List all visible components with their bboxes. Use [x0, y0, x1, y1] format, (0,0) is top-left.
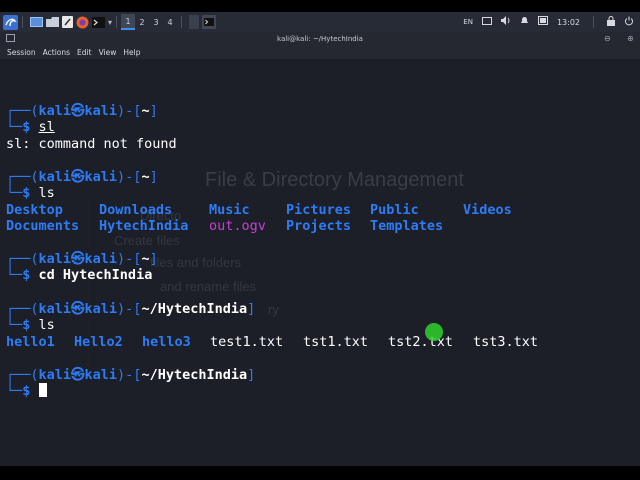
- prompt-line: ┌──(kali㉿kali)-[~/HytechIndia]: [6, 367, 256, 383]
- ls-entry: Downloads: [99, 202, 173, 218]
- prompt-line: ┌──(kali㉿kali)-[~/HytechIndia]: [6, 301, 256, 317]
- workspace-1[interactable]: 1: [121, 14, 136, 30]
- desktop-icon[interactable]: [30, 14, 43, 30]
- terminal-task-icon[interactable]: [202, 14, 217, 30]
- background-slide-text: ry: [268, 302, 279, 317]
- window-titlebar[interactable]: kali@kali: ~/HytechIndia ⊖ ⊕: [0, 32, 640, 46]
- panel-separator: [593, 16, 594, 28]
- ls-entry: Music: [209, 202, 250, 218]
- ls-entry: Projects: [286, 218, 352, 234]
- ls-entry-media: out.ogv: [209, 218, 266, 234]
- command-line: └─$ ls: [6, 185, 55, 201]
- background-slide-text: Create files: [114, 233, 180, 248]
- chevron-down-icon[interactable]: ▾: [108, 14, 112, 30]
- clock[interactable]: 13:02: [557, 18, 580, 27]
- prompt-line: ┌──(kali㉿kali)-[~]: [6, 169, 158, 185]
- ls-entry: Pictures: [286, 202, 352, 218]
- ls-entry-file: tst3.txt: [473, 334, 539, 350]
- minimize-icon[interactable]: ⊖: [604, 34, 611, 43]
- window-task-blank[interactable]: [189, 14, 200, 30]
- battery-icon[interactable]: [537, 16, 548, 28]
- bottom-letterbox: [0, 466, 640, 480]
- command-text: ls: [38, 317, 55, 333]
- menu-edit[interactable]: Edit: [77, 48, 92, 57]
- menu-actions[interactable]: Actions: [43, 48, 70, 57]
- files-icon[interactable]: [46, 14, 59, 30]
- system-tray: EN 13:02: [463, 15, 634, 29]
- maximize-icon[interactable]: ⊕: [627, 34, 634, 43]
- workspace-3[interactable]: 3: [149, 14, 163, 30]
- ls-entry-file: tst1.txt: [303, 334, 369, 350]
- ls-entry-file: test1.txt: [210, 334, 284, 350]
- ls-entry: Public: [370, 202, 419, 218]
- firefox-icon[interactable]: [76, 14, 89, 30]
- command-text: sl: [38, 119, 55, 135]
- menu-session[interactable]: Session: [7, 48, 36, 57]
- panel-separator: [181, 16, 183, 28]
- power-icon[interactable]: [624, 16, 634, 29]
- ls-entry: Documents: [6, 218, 80, 234]
- background-slide-text: and rename files: [160, 279, 257, 294]
- window-title: kali@kali: ~/HytechIndia: [277, 35, 363, 43]
- top-letterbox: [0, 0, 640, 12]
- command-line: └─$ sl: [6, 119, 55, 135]
- background-slide-text: files and folders: [150, 255, 242, 270]
- command-line: └─$ ls: [6, 317, 55, 333]
- top-panel: ▾ 1 2 3 4 EN 13:02: [0, 12, 640, 32]
- text-editor-icon[interactable]: [62, 14, 73, 30]
- terminal-area[interactable]: File & Directory Management Directo Crea…: [0, 59, 640, 466]
- panel-separator: [116, 16, 118, 28]
- command-line: └─$: [6, 383, 47, 399]
- ls-entry: HytechIndia: [99, 218, 189, 234]
- ls-entry: Templates: [370, 218, 444, 234]
- menu-view[interactable]: View: [99, 48, 117, 57]
- language-indicator[interactable]: EN: [463, 18, 473, 26]
- ls-entry: Hello2: [74, 334, 123, 350]
- error-output: sl: command not found: [6, 136, 177, 152]
- command-text: ls: [38, 185, 55, 201]
- menu-bar: Session Actions Edit View Help: [0, 46, 640, 59]
- ls-entry-file: tst2.txt: [388, 334, 454, 350]
- notification-bell-icon[interactable]: [520, 16, 529, 28]
- lock-icon[interactable]: [607, 15, 615, 29]
- menu-help[interactable]: Help: [123, 48, 140, 57]
- ls-entry: hello1: [6, 334, 55, 350]
- terminal-window[interactable]: kali@kali: ~/HytechIndia ⊖ ⊕ Session Act…: [0, 32, 640, 466]
- workspace-4[interactable]: 4: [163, 14, 177, 30]
- ls-entry: hello3: [142, 334, 191, 350]
- terminal-icon[interactable]: [92, 14, 105, 30]
- text-cursor: [38, 383, 47, 397]
- ls-entry: Desktop: [6, 202, 63, 218]
- kali-menu-icon[interactable]: [3, 14, 18, 30]
- display-icon[interactable]: [481, 16, 492, 28]
- workspace-2[interactable]: 2: [135, 14, 149, 30]
- ls-entry: Videos: [463, 202, 512, 218]
- command-text: cd HytechIndia: [38, 267, 153, 283]
- command-line: └─$ cd HytechIndia: [6, 267, 153, 283]
- prompt-line: ┌──(kali㉿kali)-[~]: [6, 251, 158, 267]
- background-slide-title: File & Directory Management: [205, 169, 464, 191]
- prompt-line: ┌──(kali㉿kali)-[~]: [6, 103, 158, 119]
- mouse-pointer-highlight: [425, 323, 443, 341]
- volume-icon[interactable]: [500, 16, 511, 28]
- panel-separator: [22, 16, 23, 28]
